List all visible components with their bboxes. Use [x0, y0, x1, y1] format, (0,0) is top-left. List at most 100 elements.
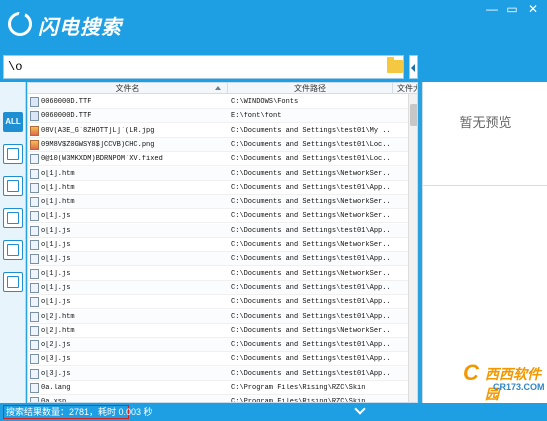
- table-row[interactable]: o[3].js C:\Documents and Settings\test01\…: [28, 366, 417, 381]
- script-file-icon: [30, 340, 39, 351]
- watermark-url: CR173.COM: [493, 382, 545, 392]
- row-filename: o[1].js: [41, 241, 71, 249]
- close-button[interactable]: ✕: [524, 2, 542, 16]
- vertical-scrollbar[interactable]: [408, 94, 417, 402]
- row-filename: 0@10(W3MKXDM)BDRNPOM`XV.fixed: [41, 155, 163, 164]
- font-file-icon: [30, 111, 39, 122]
- table-row[interactable]: 0060000D.TTF C:\WINDOWS\Fonts: [28, 95, 417, 109]
- table-header: 文件名 文件路径 文件大: [28, 83, 417, 94]
- table-row[interactable]: o[3].js C:\Documents and Settings\test01\…: [28, 352, 417, 367]
- video-icon: [7, 212, 19, 224]
- table-row[interactable]: o[1].js C:\Documents and Settings\test01\…: [28, 223, 417, 238]
- row-filename: o[1].htm: [41, 198, 75, 207]
- row-filepath: C:\Documents and Settings\NetworkSer...: [231, 326, 391, 335]
- watermark-logo: C: [463, 360, 479, 385]
- collapse-preview-button[interactable]: [409, 55, 418, 79]
- column-header-filename[interactable]: 文件名: [28, 83, 228, 94]
- row-filepath: C:\Documents and Settings\NetworkSer...: [231, 241, 391, 249]
- row-filename: o[1].js: [41, 283, 71, 292]
- filter-sidebar: ALL: [0, 82, 26, 403]
- search-input[interactable]: \o: [3, 55, 404, 79]
- table-row[interactable]: o[2].js C:\Documents and Settings\test01\…: [28, 338, 417, 353]
- row-filepath: C:\Documents and Settings\test01\App...: [231, 341, 391, 350]
- row-filename: o[1].js: [41, 298, 71, 307]
- results-table: 文件名 文件路径 文件大 0060000D.TTF C:\WINDOWS\Font…: [27, 82, 418, 403]
- row-filepath: C:\Documents and Settings\test01\App...: [231, 226, 391, 235]
- row-filepath: C:\WINDOWS\Fonts: [231, 98, 299, 106]
- script-file-icon: [30, 354, 39, 365]
- row-filepath: C:\Documents and Settings\NetworkSer...: [231, 169, 391, 178]
- row-filename: o[3].js: [41, 355, 71, 364]
- minimize-button[interactable]: —: [483, 2, 501, 16]
- row-filepath: C:\Documents and Settings\test01\App...: [231, 312, 391, 321]
- table-row[interactable]: o[2].htm C:\Documents and Settings\test01…: [28, 309, 417, 324]
- table-row[interactable]: o[1].htm C:\Documents and Settings\Networ…: [28, 195, 417, 210]
- sort-ascending-icon: [215, 86, 221, 90]
- row-filepath: C:\Documents and Settings\test01\App...: [231, 369, 391, 378]
- table-row[interactable]: o[1].js C:\Documents and Settings\test01\…: [28, 295, 417, 310]
- result-count-status: 搜索结果数量：2781，耗时 0.003 秒: [3, 405, 153, 419]
- file-icon: [30, 325, 39, 336]
- file-icon: [30, 168, 39, 179]
- script-file-icon: [30, 368, 39, 379]
- table-row[interactable]: o[1].htm C:\Documents and Settings\Networ…: [28, 166, 417, 181]
- row-filename: 0060000D.TTF: [41, 98, 92, 106]
- table-row[interactable]: o[1].htm C:\Documents and Settings\test01…: [28, 181, 417, 195]
- row-filename: o[1].htm: [41, 169, 75, 178]
- row-filename: o[1].js: [41, 226, 71, 235]
- row-filepath: C:\Documents and Settings\test01\My ...: [231, 126, 391, 135]
- column-header-path[interactable]: 文件路径: [228, 83, 393, 94]
- sidebar-image-button[interactable]: [3, 144, 23, 164]
- row-filename: o[2].htm: [41, 326, 75, 335]
- preview-panel: 暂无预览 C 西西软件园 CR173.COM: [422, 82, 547, 403]
- table-row[interactable]: 09M8V$Z0GWSY8$]CCVB)CHC.png C:\Documents …: [28, 137, 417, 152]
- table-row[interactable]: o[1].js C:\Documents and Settings\test01\…: [28, 280, 417, 295]
- font-file-icon: [30, 97, 39, 107]
- sidebar-music-button[interactable]: [3, 240, 23, 260]
- table-row[interactable]: o[1].js C:\Documents and Settings\test01\…: [28, 252, 417, 267]
- file-icon: [30, 311, 39, 322]
- row-filepath: C:\Documents and Settings\test01\App...: [231, 255, 391, 264]
- title-bar: 闪电搜索 — ▭ ✕: [0, 0, 547, 50]
- script-file-icon: [30, 268, 39, 279]
- row-filepath: C:\Documents and Settings\test01\App...: [231, 298, 391, 307]
- script-file-icon: [30, 297, 39, 308]
- sidebar-document-button[interactable]: [3, 176, 23, 196]
- all-icon: ALL: [5, 117, 21, 126]
- table-row[interactable]: 0a.lang C:\Program Files\Rising\RZC\Skin: [28, 381, 417, 395]
- folder-icon[interactable]: [387, 57, 403, 73]
- table-row[interactable]: o[1].js C:\Documents and Settings\Network…: [28, 209, 417, 224]
- row-filepath: C:\Documents and Settings\test01\App...: [231, 283, 391, 292]
- table-row[interactable]: 08V(A3E_G`8ZHOTT]L]`(LR.jpg C:\Documents …: [28, 124, 417, 138]
- script-file-icon: [30, 225, 39, 236]
- sidebar-mobile-button[interactable]: [3, 272, 23, 292]
- row-filename: o[1].js: [41, 255, 71, 264]
- sidebar-video-button[interactable]: [3, 208, 23, 228]
- table-row[interactable]: o[2].htm C:\Documents and Settings\Networ…: [28, 324, 417, 338]
- panel-toggle-icon[interactable]: [354, 403, 366, 415]
- table-row[interactable]: o[1].js C:\Documents and Settings\Network…: [28, 267, 417, 281]
- row-filepath: C:\Documents and Settings\test01\Loc...: [231, 140, 391, 149]
- scrollbar-thumb[interactable]: [410, 104, 417, 126]
- table-row[interactable]: o[1].js C:\Documents and Settings\Network…: [28, 238, 417, 252]
- column-header-size[interactable]: 文件大: [394, 83, 417, 94]
- row-filepath: C:\Documents and Settings\test01\App...: [231, 183, 391, 192]
- row-filename: 0060000D.TTF: [41, 112, 92, 121]
- file-icon: [30, 182, 39, 193]
- table-row[interactable]: 0060000D.TTF E:\font\font: [28, 109, 417, 124]
- status-bar: 搜索结果数量：2781，耗时 0.003 秒: [0, 403, 547, 421]
- row-filepath: C:\Program Files\Rising\RZC\Skin: [231, 384, 366, 392]
- document-icon: [7, 180, 19, 192]
- music-icon: [7, 244, 19, 256]
- table-row[interactable]: 0@10(W3MKXDM)BDRNPOM`XV.fixed C:\Document…: [28, 152, 417, 167]
- mobile-icon: [7, 276, 19, 288]
- image-icon: [7, 148, 19, 160]
- script-file-icon: [30, 211, 39, 222]
- sidebar-all-button[interactable]: ALL: [3, 112, 23, 132]
- row-filename: o[2].js: [41, 341, 71, 350]
- restore-button[interactable]: ▭: [503, 2, 521, 16]
- script-file-icon: [30, 240, 39, 250]
- preview-placeholder: 暂无预览: [459, 115, 512, 130]
- app-title: 闪电搜索: [38, 17, 122, 39]
- app-logo-icon: [8, 12, 32, 36]
